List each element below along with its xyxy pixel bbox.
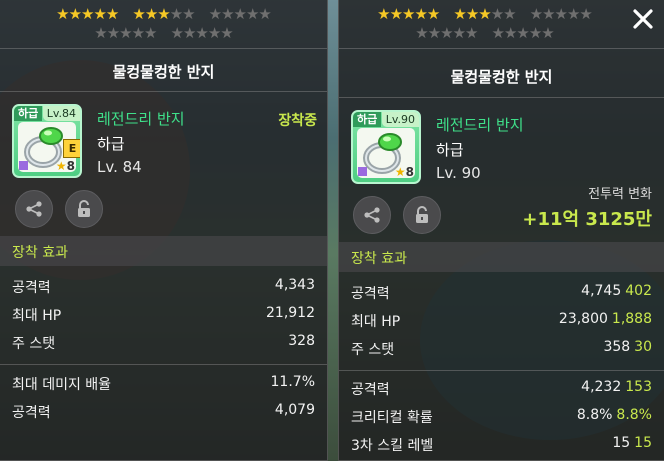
section-label: 장착 효과	[12, 245, 68, 261]
item-title: 물컹물컹한 반지	[450, 68, 553, 86]
item-name: 레전드리 반지	[436, 116, 524, 134]
item-name: 레전드리 반지	[97, 110, 185, 128]
share-button[interactable]	[15, 190, 53, 228]
close-icon[interactable]	[630, 6, 656, 32]
equipped-label: 장착중	[278, 113, 317, 129]
stat-row: 크리티컬 확률 8.8% 8.8%	[351, 407, 652, 426]
level-badge: Lv.84	[42, 106, 80, 121]
item-level: Lv. 84	[97, 158, 142, 176]
share-icon	[364, 207, 380, 223]
star-force-row-1: ★★★★★ ★★★★★ ★★★★★	[56, 5, 272, 23]
battle-power-value: +11억 3125만	[522, 209, 652, 230]
compare-item-panel: ★★★★★ ★★★★★ ★★★★★ ★★★★★ ★★★★★ 물컹물컹한 반지 하급 L…	[338, 0, 664, 461]
item-title: 물컹물컹한 반지	[112, 63, 215, 81]
current-item-panel: ★★★★★ ★★★★★ ★★★★★ ★★★★★ ★★★★★ 물컹물컹한 반지 하급 L…	[0, 0, 328, 461]
lock-icon	[78, 200, 90, 217]
star-count: ★8	[394, 165, 414, 179]
item-grade: 하급	[97, 135, 125, 153]
stat-row: 주 스탯 328	[12, 333, 315, 352]
stat-row: 공격력 4,232 153	[351, 379, 652, 398]
lock-button[interactable]	[65, 190, 103, 228]
item-grade: 하급	[436, 141, 464, 159]
star-force-row-2: ★★★★★ ★★★★★	[94, 24, 234, 42]
stat-row: 최대 데미지 배율 11.7%	[12, 374, 315, 393]
star-count: ★8	[55, 159, 75, 173]
item-level: Lv. 90	[436, 164, 481, 182]
item-icon[interactable]: 하급 Lv.84 E ★8	[12, 104, 82, 178]
equip-effect-section: 장착 효과	[339, 242, 664, 272]
lock-button[interactable]	[403, 196, 441, 234]
share-icon	[26, 201, 42, 217]
equip-badge: E	[63, 139, 80, 158]
grade-badge: 하급	[14, 106, 43, 121]
potential-indicator	[358, 167, 367, 176]
section-label: 장착 효과	[351, 251, 407, 267]
item-icon[interactable]: 하급 Lv.90 ★8	[351, 110, 421, 184]
stat-row: 최대 HP 23,800 1,888	[351, 311, 652, 330]
star-force-row-1: ★★★★★ ★★★★★ ★★★★★	[377, 5, 593, 23]
level-badge: Lv.90	[381, 112, 419, 127]
stat-row: 공격력 4,343	[12, 277, 315, 296]
equip-effect-section: 장착 효과	[0, 236, 327, 266]
stat-row: 공격력 4,745 402	[351, 283, 652, 302]
grade-badge: 하급	[353, 112, 382, 127]
stat-row: 3차 스킬 레벨 15 15	[351, 435, 652, 454]
stat-row: 공격력 4,079	[12, 402, 315, 421]
share-button[interactable]	[353, 196, 391, 234]
stat-row: 주 스탯 358 30	[351, 339, 652, 358]
lock-icon	[416, 206, 428, 223]
potential-indicator	[19, 161, 28, 170]
battle-power-label: 전투력 변화	[588, 187, 652, 202]
star-force-row-2: ★★★★★ ★★★★★	[415, 24, 555, 42]
stat-row: 최대 HP 21,912	[12, 305, 315, 324]
